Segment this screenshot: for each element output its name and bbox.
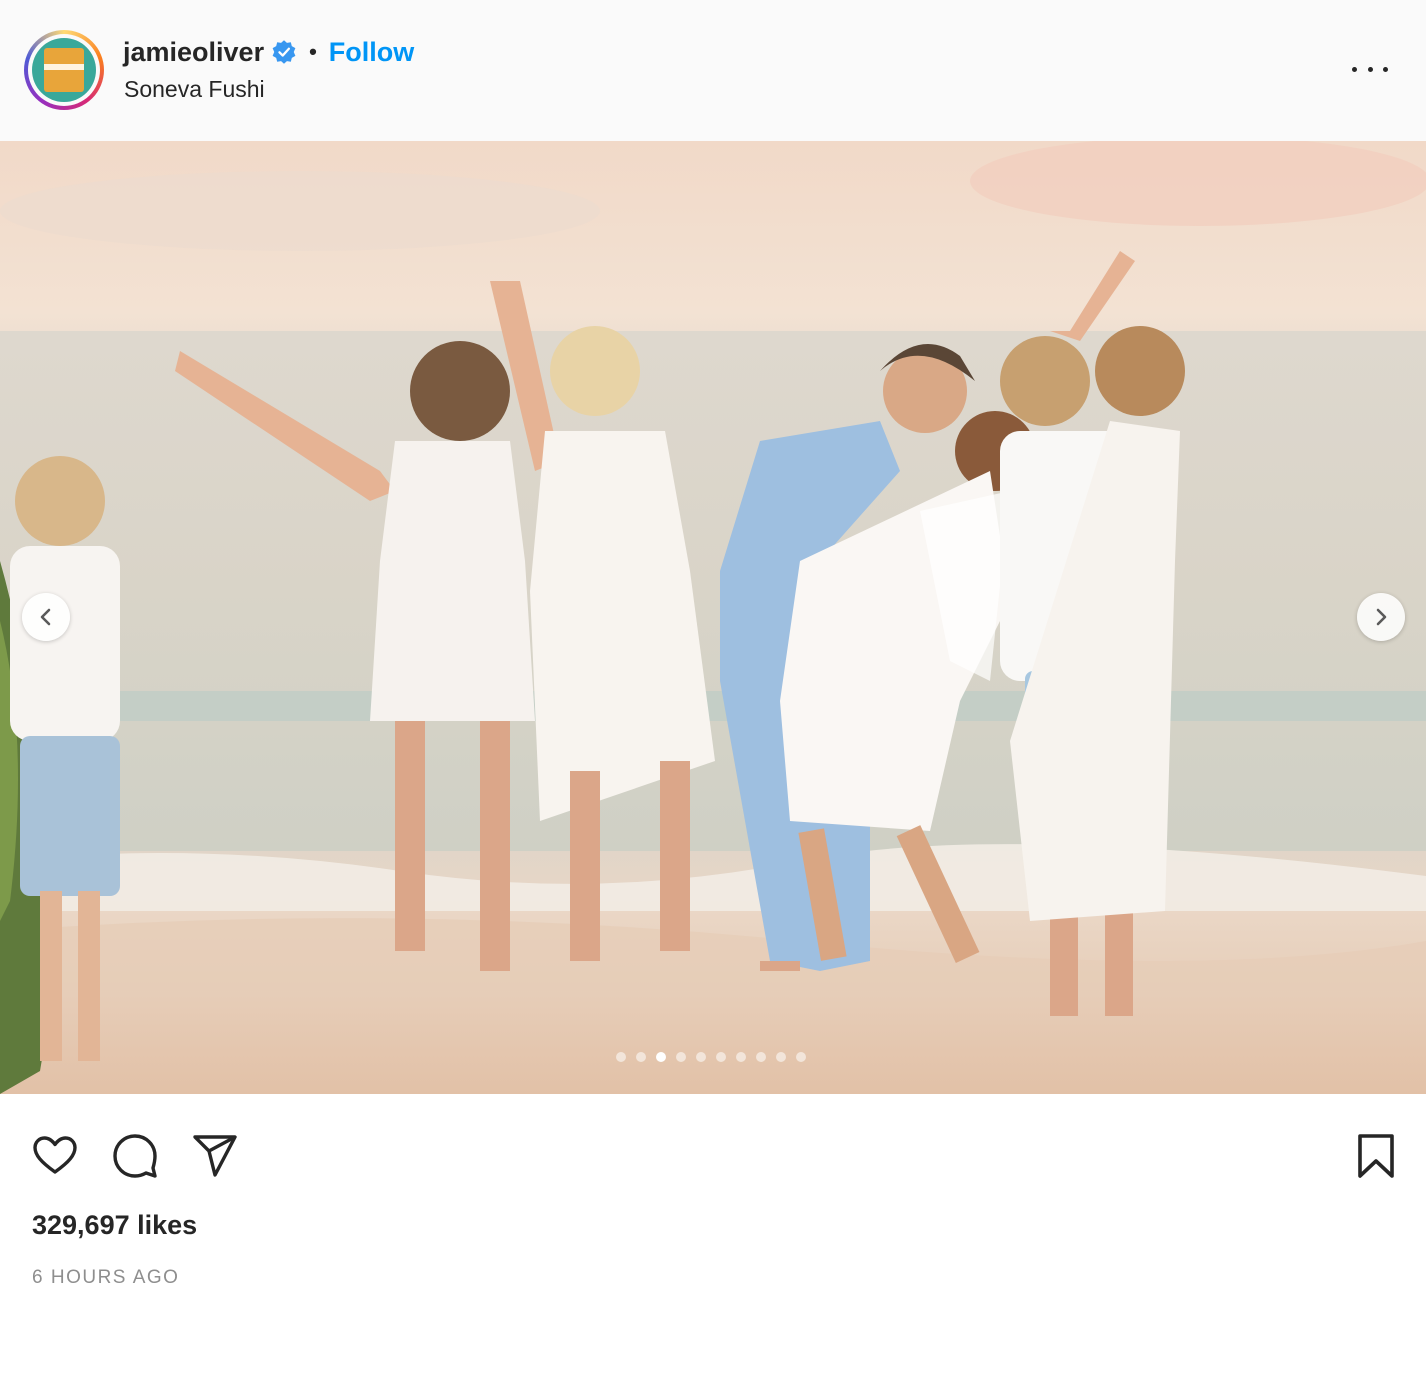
person bbox=[570, 771, 600, 961]
carousel-dot bbox=[636, 1052, 646, 1062]
carousel-dot bbox=[716, 1052, 726, 1062]
carousel-dot bbox=[676, 1052, 686, 1062]
carousel-dot bbox=[756, 1052, 766, 1062]
post-header: jamieoliver • Follow Soneva Fushi bbox=[0, 0, 1426, 141]
paper-plane-icon[interactable] bbox=[191, 1132, 239, 1180]
previous-slide-button[interactable] bbox=[22, 593, 70, 641]
likes-count[interactable]: 329,697 likes bbox=[32, 1210, 197, 1241]
more-options-icon-dot bbox=[1367, 66, 1373, 72]
chevron-left-icon bbox=[40, 608, 51, 626]
person bbox=[1050, 251, 1135, 341]
person bbox=[395, 721, 425, 951]
person bbox=[410, 341, 510, 441]
carousel-dot bbox=[776, 1052, 786, 1062]
person bbox=[550, 326, 640, 416]
carousel-dot bbox=[736, 1052, 746, 1062]
sea bbox=[0, 331, 1426, 851]
next-slide-button[interactable] bbox=[1357, 593, 1405, 641]
username-link[interactable]: jamieoliver bbox=[123, 37, 264, 68]
person bbox=[15, 456, 105, 546]
follow-button[interactable]: Follow bbox=[329, 37, 414, 68]
person bbox=[370, 441, 535, 721]
more-options-icon-dot bbox=[1383, 66, 1388, 72]
username-row: jamieoliver • Follow bbox=[123, 34, 414, 70]
cloud bbox=[0, 171, 600, 251]
person bbox=[480, 721, 510, 971]
avatar-logo-shape bbox=[44, 48, 84, 92]
location-link[interactable]: Soneva Fushi bbox=[124, 76, 265, 103]
post-media[interactable] bbox=[0, 141, 1426, 1094]
person bbox=[760, 961, 800, 971]
person bbox=[1000, 336, 1090, 426]
wave-foam bbox=[0, 844, 1426, 921]
separator-dot: • bbox=[309, 39, 317, 64]
person bbox=[78, 891, 100, 1061]
more-options-button[interactable] bbox=[1352, 60, 1388, 78]
cloud bbox=[970, 141, 1426, 226]
avatar[interactable] bbox=[24, 30, 104, 110]
more-options-icon bbox=[1352, 66, 1357, 72]
action-bar bbox=[0, 1094, 1426, 1214]
beach-photo bbox=[0, 141, 1426, 1094]
carousel-indicator bbox=[616, 1052, 806, 1062]
carousel-dot bbox=[656, 1052, 666, 1062]
bookmark-icon[interactable] bbox=[1352, 1132, 1400, 1180]
person bbox=[40, 891, 62, 1061]
carousel-dot bbox=[696, 1052, 706, 1062]
carousel-dot bbox=[796, 1052, 806, 1062]
post-timestamp: 6 HOURS AGO bbox=[32, 1267, 180, 1288]
comment-bubble-icon[interactable] bbox=[111, 1132, 159, 1180]
person bbox=[660, 761, 690, 951]
person bbox=[10, 546, 120, 741]
person bbox=[1095, 326, 1185, 416]
heart-icon[interactable] bbox=[31, 1132, 79, 1180]
verified-badge-icon bbox=[272, 40, 296, 64]
chevron-right-icon bbox=[1376, 608, 1387, 626]
avatar-image bbox=[32, 38, 96, 102]
carousel-dot bbox=[616, 1052, 626, 1062]
avatar-logo-stripe bbox=[44, 64, 84, 70]
avatar-border bbox=[28, 34, 100, 106]
person bbox=[20, 736, 120, 896]
